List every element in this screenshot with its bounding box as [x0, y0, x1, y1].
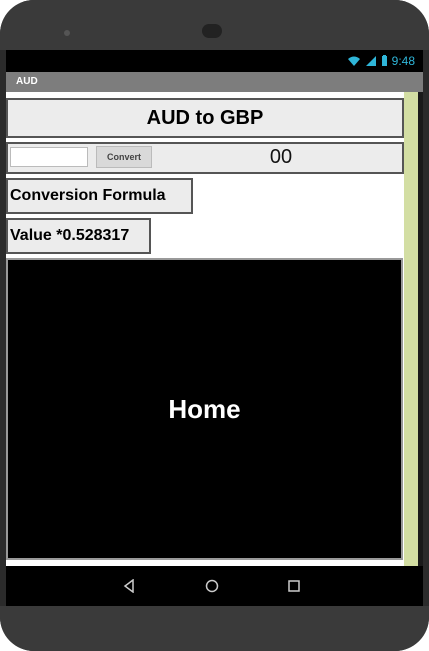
convert-row: Convert 00 — [6, 142, 404, 174]
speaker-icon — [202, 24, 222, 38]
nav-bar — [6, 566, 423, 606]
app-screen: AUD to GBP Convert 00 Conversion Formula… — [6, 92, 404, 566]
phone-bottom-bezel — [0, 606, 429, 651]
recents-icon[interactable] — [282, 574, 306, 598]
result-value: 00 — [269, 146, 293, 168]
app-title: AUD — [16, 76, 38, 87]
amount-input[interactable] — [10, 147, 88, 167]
status-time: 9:48 — [391, 54, 415, 68]
conversion-formula-label: Conversion Formula — [6, 178, 193, 214]
formula-value-label: Value *0.528317 — [6, 218, 151, 254]
phone-top-bezel — [0, 0, 429, 50]
phone-frame: 9:48 AUD AUD to GBP Convert 00 Conversio… — [0, 0, 429, 651]
app-titlebar: AUD — [6, 72, 423, 92]
page-title: AUD to GBP — [6, 98, 404, 138]
home-button[interactable]: Home — [6, 258, 403, 560]
home-icon[interactable] — [200, 574, 224, 598]
right-bezel — [418, 92, 423, 566]
status-icons: 9:48 — [347, 54, 415, 68]
convert-button[interactable]: Convert — [96, 146, 152, 168]
status-bar: 9:48 — [6, 50, 423, 72]
battery-icon — [381, 55, 387, 66]
back-icon[interactable] — [117, 574, 141, 598]
signal-icon — [365, 56, 376, 66]
scrollbar[interactable] — [404, 92, 418, 566]
camera-icon — [64, 30, 70, 36]
wifi-icon — [347, 56, 360, 66]
home-label: Home — [168, 393, 241, 424]
